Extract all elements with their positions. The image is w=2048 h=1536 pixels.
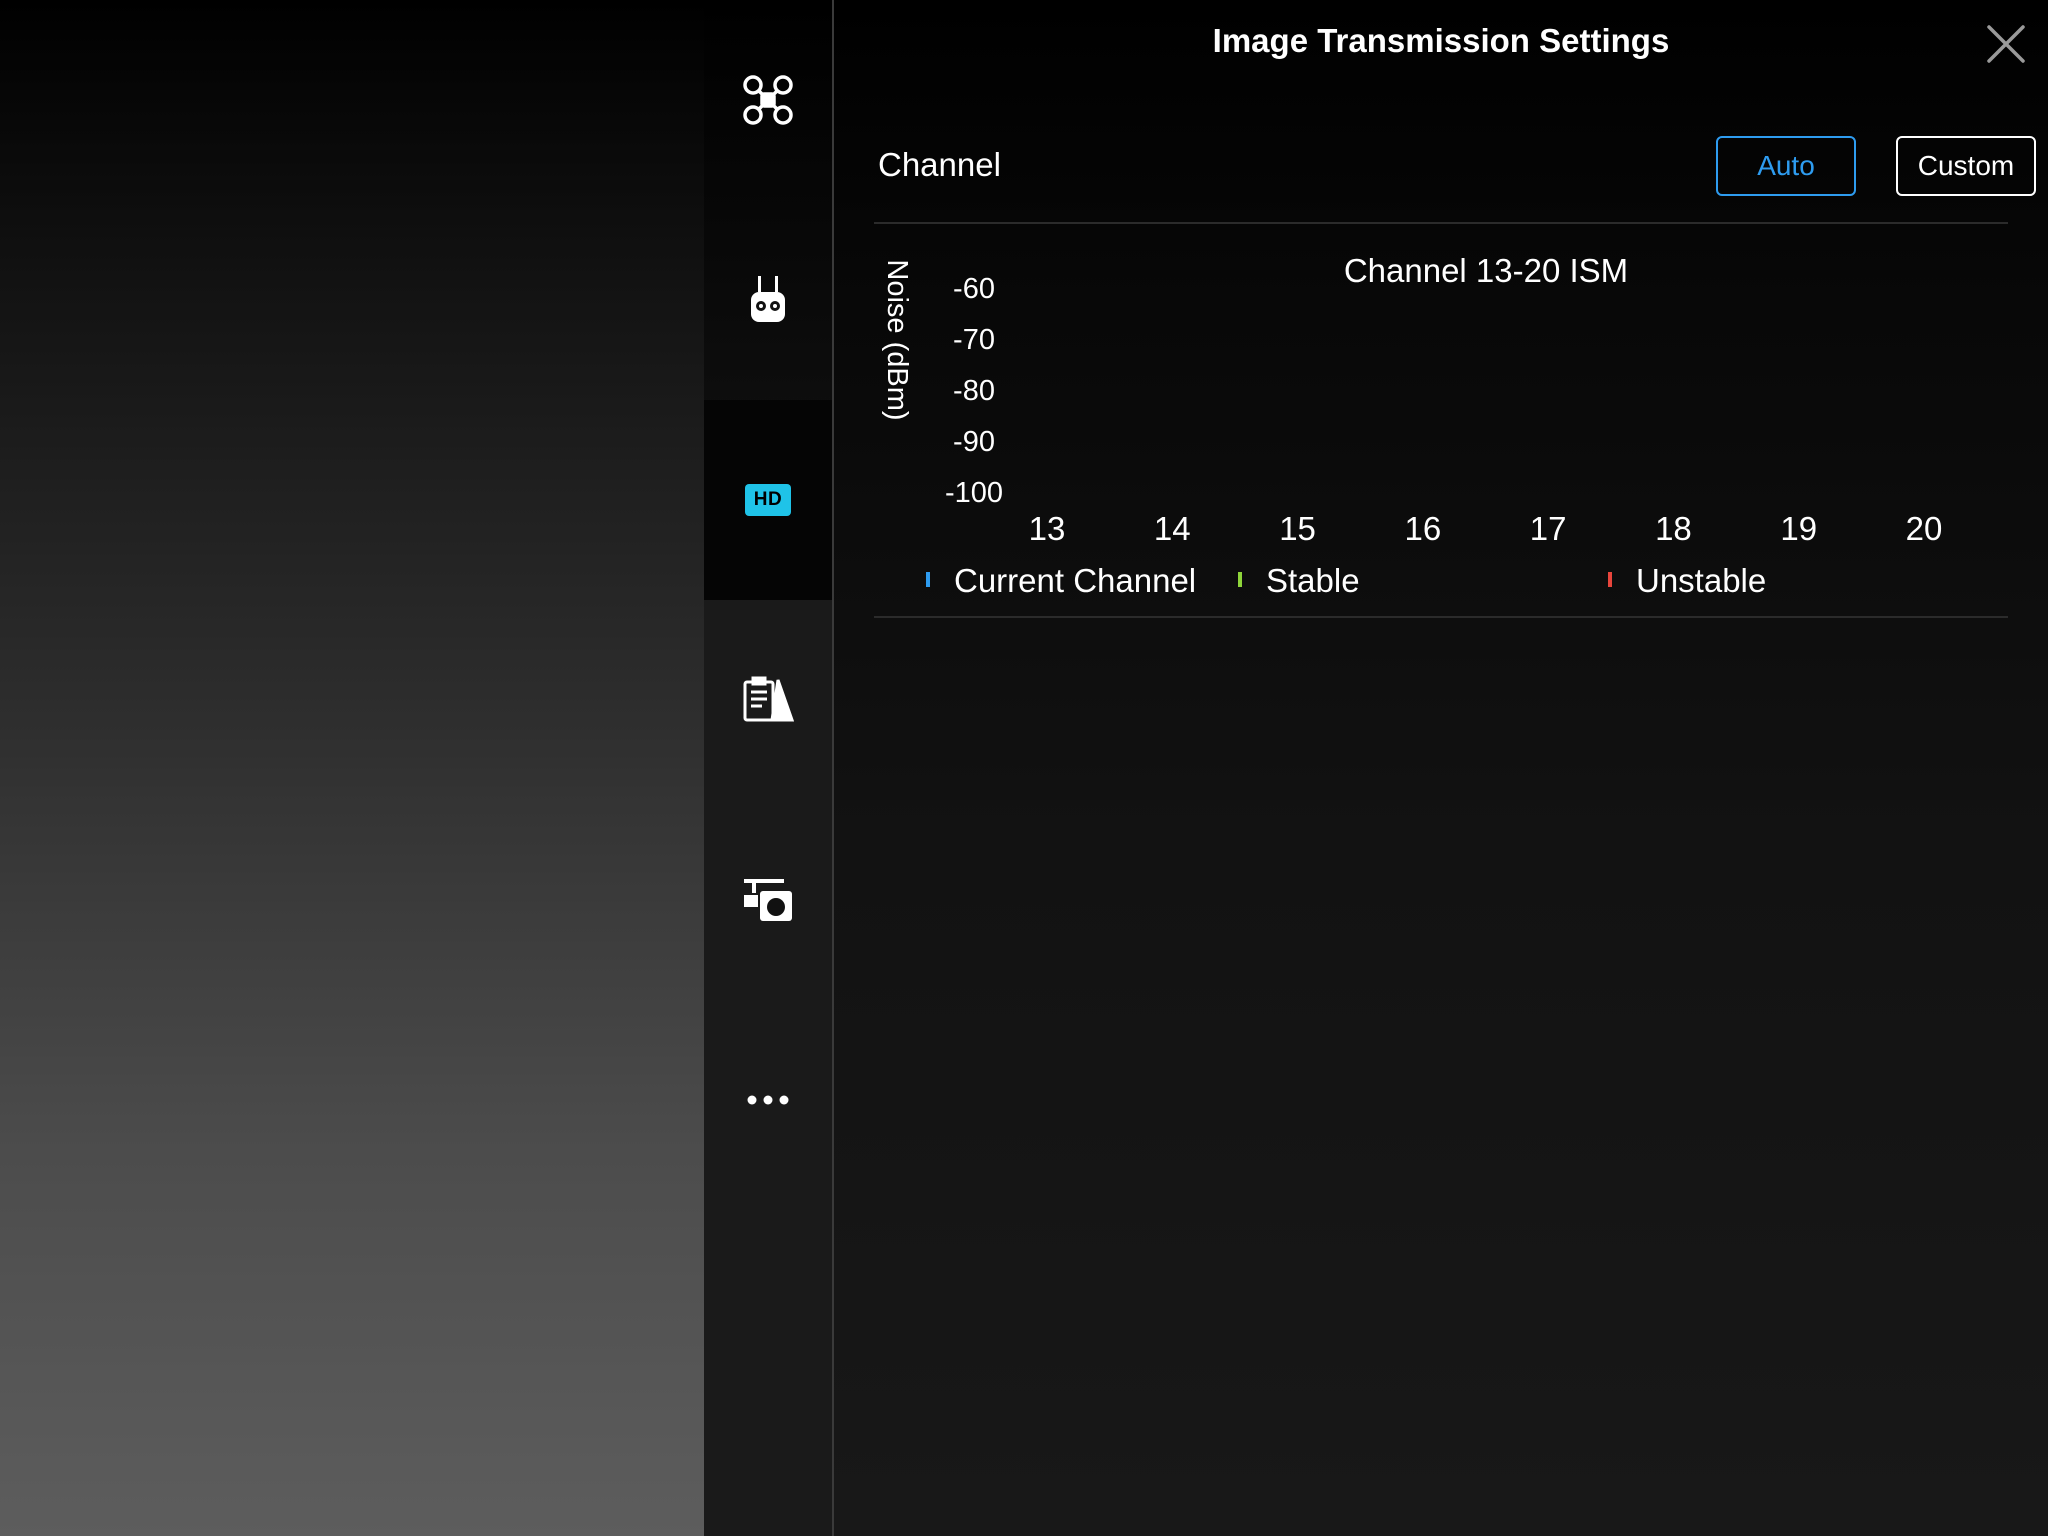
- hd-icon: HD: [745, 484, 791, 516]
- chart-x-tick-label: 17: [1530, 510, 1567, 547]
- legend-label: Stable: [1266, 562, 1360, 599]
- chart-x-tick-label: 13: [1029, 510, 1066, 547]
- divider: [874, 222, 2008, 224]
- chart-y-axis-label: Noise (dBm): [881, 259, 913, 420]
- sidebar-item-remote-controller[interactable]: [704, 200, 832, 400]
- divider: [874, 616, 2008, 618]
- channel-mode-row: Channel Auto Custom: [878, 130, 2036, 202]
- chart-x-tick-label: 19: [1780, 510, 1817, 547]
- settings-sidebar: HD: [704, 0, 832, 1536]
- chart-x-tick-label: 18: [1655, 510, 1692, 547]
- noise-chart-svg: Channel 13-20 ISM Noise (dBm) -60 -70 -80 -90…: [881, 252, 1943, 599]
- sidebar-item-hd-transmission[interactable]: HD: [704, 400, 832, 600]
- chart-title: Channel 13-20 ISM: [1344, 252, 1628, 289]
- legend-swatch: [1238, 572, 1242, 587]
- legend-swatch: [926, 572, 930, 587]
- legend-label: Unstable: [1636, 562, 1766, 599]
- panel-title: Image Transmission Settings: [1212, 22, 1670, 59]
- more-icon: [746, 1094, 790, 1106]
- sidebar-item-more[interactable]: [704, 1000, 832, 1200]
- legend-swatch: [1608, 572, 1612, 587]
- chart-x-tick-label: 15: [1279, 510, 1316, 547]
- chart-y-tick-label: -100: [945, 477, 1003, 509]
- chart-x-tick-label: 14: [1154, 510, 1191, 547]
- channel-noise-chart: Channel 13-20 ISM Noise (dBm) -60 -70 -80 -90…: [874, 230, 2008, 610]
- sidebar-item-aircraft[interactable]: [704, 0, 832, 200]
- chart-y-tick-label: -80: [953, 375, 995, 407]
- sidebar-item-gimbal-camera[interactable]: [704, 800, 832, 1000]
- legend-label: Current Channel: [954, 562, 1196, 599]
- sidebar-item-flight-checklist[interactable]: [704, 600, 832, 800]
- chart-y-tick-label: -90: [953, 426, 995, 458]
- video-preview-backdrop: [0, 0, 704, 1536]
- close-icon: [1984, 25, 2028, 70]
- aircraft-icon: [742, 74, 794, 126]
- chart-x-tick-label: 20: [1906, 510, 1943, 547]
- image-transmission-settings-panel: Image Transmission Settings Channel Auto…: [834, 0, 2048, 1536]
- chart-y-tick-label: -60: [953, 273, 995, 305]
- gimbal-camera-icon: [742, 877, 794, 923]
- close-button[interactable]: [1984, 22, 2028, 66]
- chart-x-tick-label: 16: [1404, 510, 1441, 547]
- custom-channel-button[interactable]: Custom: [1896, 136, 2036, 196]
- chart-y-tick-label: -70: [953, 324, 995, 356]
- remote-controller-icon: [748, 274, 788, 326]
- auto-channel-button[interactable]: Auto: [1716, 136, 1856, 196]
- flight-checklist-icon: [742, 676, 794, 724]
- channel-label: Channel: [878, 146, 1001, 183]
